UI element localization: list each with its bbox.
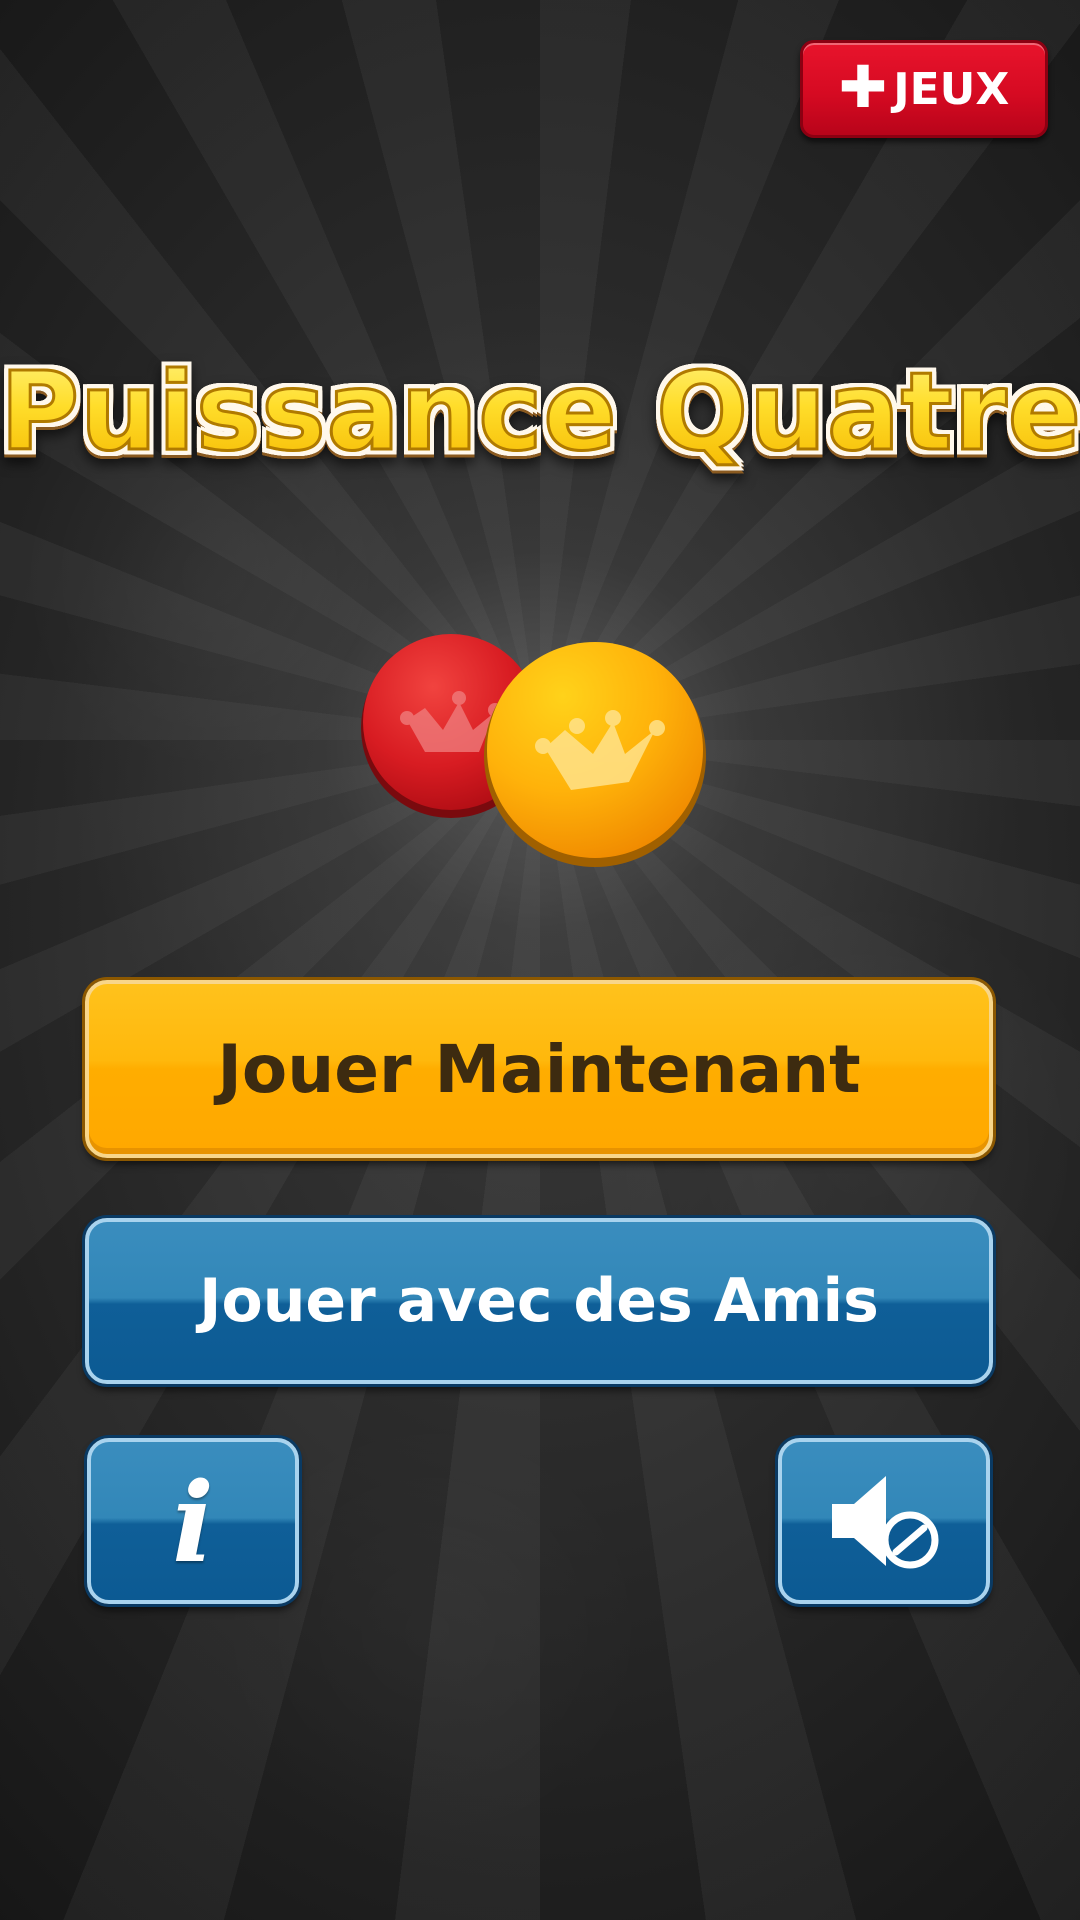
- sound-muted-icon: [832, 1476, 939, 1569]
- sound-toggle-button[interactable]: [778, 1438, 990, 1604]
- play-with-friends-label: Jouer avec des Amis: [199, 1266, 879, 1336]
- yellow-token: [484, 642, 706, 867]
- play-with-friends-button[interactable]: Jouer avec des Amis: [85, 1218, 993, 1384]
- info-icon: i: [172, 1458, 214, 1587]
- plus-icon: ✚: [838, 53, 888, 121]
- chalkboard-background: [0, 0, 1080, 1920]
- more-games-label: JEUX: [893, 63, 1010, 115]
- play-now-button[interactable]: Jouer Maintenant: [85, 980, 993, 1158]
- play-now-label: Jouer Maintenant: [217, 1030, 861, 1108]
- info-button[interactable]: i: [87, 1438, 299, 1604]
- game-title: Puissance Quatre: [0, 349, 1080, 477]
- more-games-button[interactable]: ✚ JEUX: [800, 40, 1048, 138]
- game-logo: [361, 634, 706, 867]
